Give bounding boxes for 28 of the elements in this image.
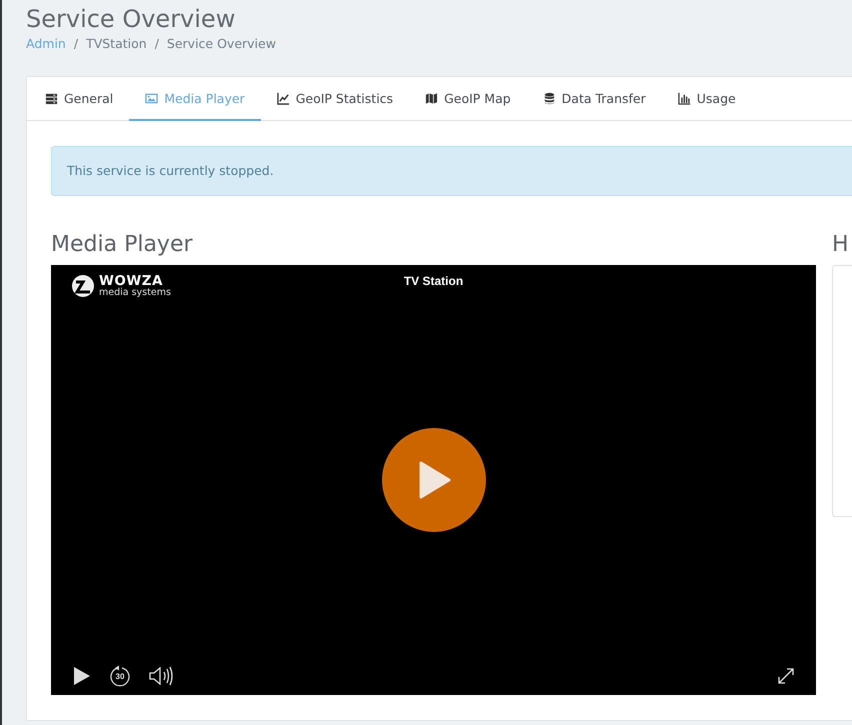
breadcrumb-item: TVStation xyxy=(86,36,147,51)
tab[interactable]: Data Transfer xyxy=(526,77,662,121)
breadcrumb-separator: / xyxy=(74,36,78,51)
server-icon xyxy=(45,92,58,104)
tab[interactable]: General xyxy=(29,77,130,121)
play-button[interactable] xyxy=(73,666,91,686)
fullscreen-button[interactable] xyxy=(778,668,794,684)
tab[interactable]: GeoIP Statistics xyxy=(260,77,410,121)
tab[interactable]: GeoIP Map xyxy=(409,77,527,121)
tab[interactable]: Usage xyxy=(662,77,752,121)
map-icon xyxy=(425,92,438,104)
volume-button[interactable] xyxy=(149,666,175,686)
section-heading: H xyxy=(832,232,850,258)
logo-icon xyxy=(71,274,95,298)
bars-icon xyxy=(678,92,691,104)
database-icon xyxy=(542,92,556,104)
image-icon xyxy=(145,92,158,104)
section-heading: Media Player xyxy=(51,232,194,258)
breadcrumb-item: Service Overview xyxy=(166,36,276,51)
stream-title: TV Station xyxy=(404,274,464,288)
play-icon xyxy=(417,461,451,499)
logo-tagline: media systems xyxy=(99,288,171,298)
rewind-button[interactable]: 30 xyxy=(109,665,131,687)
breadcrumb-separator: / xyxy=(154,36,159,51)
trend-icon xyxy=(276,92,290,104)
status-alert: This service is currently stopped. xyxy=(51,146,852,196)
page-title: Service Overview xyxy=(26,4,236,34)
logo-name: WOWZA xyxy=(99,274,163,288)
